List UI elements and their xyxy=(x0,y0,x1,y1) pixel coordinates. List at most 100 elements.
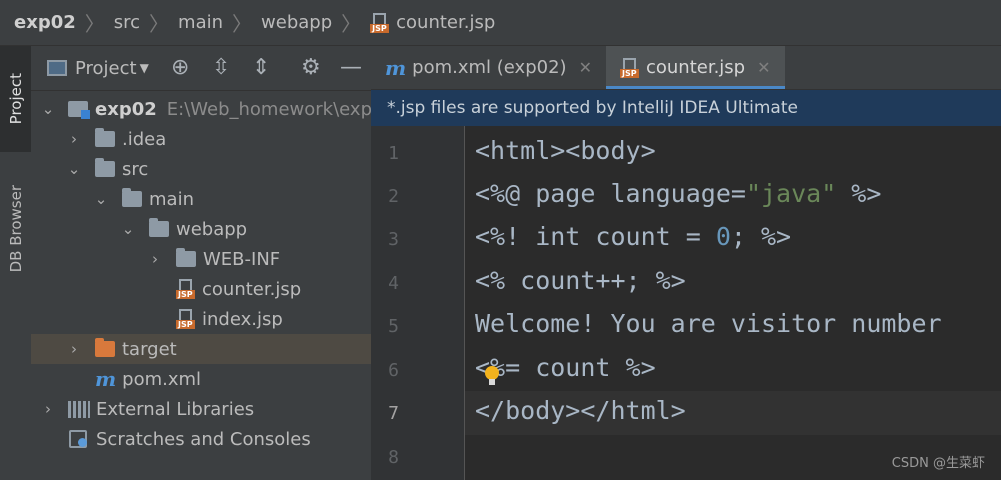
jsp-file-icon: JSP xyxy=(370,12,390,33)
caret-down-icon[interactable]: ▼ xyxy=(140,61,149,75)
excluded-folder-icon xyxy=(95,338,115,357)
breadcrumb-file[interactable]: counter.jsp xyxy=(396,12,495,33)
tree-item-web-inf[interactable]: › WEB-INF xyxy=(31,244,371,274)
code-number-token: 0 xyxy=(715,222,731,251)
banner-text: *.jsp files are supported by IntelliJ ID… xyxy=(387,98,798,118)
chevron-right-icon[interactable]: › xyxy=(148,250,162,268)
expand-all-icon[interactable]: ⇳ xyxy=(212,56,230,80)
code-token: %> xyxy=(836,179,882,208)
line-number: 4 xyxy=(388,273,399,294)
chevron-right-icon[interactable]: › xyxy=(41,400,55,418)
collapse-all-icon[interactable]: ⇕ xyxy=(252,56,270,80)
module-folder-icon xyxy=(68,101,90,119)
code-string-token: "java" xyxy=(745,179,837,208)
code-token: <%@ page language= xyxy=(475,179,746,208)
project-tool-tab-label: Project xyxy=(6,73,25,125)
gear-icon[interactable]: ⚙ xyxy=(301,56,321,80)
editor-tabs: m pom.xml (exp02) ✕ JSP counter.jsp ✕ xyxy=(371,46,1001,90)
chevron-down-icon[interactable]: ⌄ xyxy=(94,190,108,208)
watermark: CSDN @生菜虾 xyxy=(891,456,985,471)
code-token: ; %> xyxy=(730,222,792,251)
tree-item-label: pom.xml xyxy=(122,368,202,390)
line-number: 2 xyxy=(388,186,399,207)
notification-banner: *.jsp files are supported by IntelliJ ID… xyxy=(371,90,1001,126)
lightbulb-icon[interactable] xyxy=(483,366,501,388)
minimize-icon[interactable]: — xyxy=(340,56,362,80)
tree-item-idea[interactable]: › .idea xyxy=(31,124,371,154)
chevron-down-icon[interactable]: ⌄ xyxy=(41,100,55,118)
jsp-file-icon: JSP xyxy=(176,309,196,329)
code-line-5[interactable]: Welcome! You are visitor number xyxy=(475,309,942,338)
tree-item-label: WEB-INF xyxy=(203,248,281,270)
tree-item-src[interactable]: ⌄ src xyxy=(31,154,371,184)
tab-label: counter.jsp xyxy=(645,57,746,78)
tree-item-counter-jsp[interactable]: JSP counter.jsp xyxy=(31,274,371,304)
chevron-right-icon: 〉 xyxy=(84,12,105,36)
tree-item-target[interactable]: › target xyxy=(31,334,371,364)
code-line-4[interactable]: <% count++; %> xyxy=(475,266,686,295)
project-view-selector[interactable]: Project xyxy=(75,58,137,79)
chevron-right-icon[interactable]: › xyxy=(67,130,81,148)
breadcrumb-exp02[interactable]: exp02 xyxy=(14,12,76,33)
left-tool-window-bar: Project DB Browser xyxy=(0,46,32,480)
tree-item-main[interactable]: ⌄ main xyxy=(31,184,371,214)
line-number-current: 7 xyxy=(388,403,399,424)
tree-item-label: exp02 xyxy=(95,98,157,120)
tab-counter-jsp[interactable]: JSP counter.jsp ✕ xyxy=(605,46,785,89)
tree-item-label: External Libraries xyxy=(96,398,255,420)
chevron-right-icon[interactable]: › xyxy=(67,340,81,358)
db-browser-tool-tab-label: DB Browser xyxy=(6,185,25,273)
tree-item-label: webapp xyxy=(176,218,248,240)
folder-icon xyxy=(176,248,196,267)
jsp-file-icon: JSP xyxy=(176,279,196,299)
tree-item-external-libraries[interactable]: › External Libraries xyxy=(31,394,371,424)
breadcrumb-webapp[interactable]: webapp xyxy=(261,12,332,33)
project-tool-tab[interactable]: Project xyxy=(0,46,31,152)
navigation-bar: exp02 〉 src 〉 main 〉 webapp 〉 JSP counte… xyxy=(0,0,1001,46)
chevron-down-icon[interactable]: ⌄ xyxy=(121,220,135,238)
folder-icon xyxy=(95,128,115,147)
tab-label: pom.xml (exp02) xyxy=(412,57,567,78)
code-line-1[interactable]: <html><body> xyxy=(475,136,656,165)
tree-item-label: Scratches and Consoles xyxy=(96,428,311,450)
editor-area: m pom.xml (exp02) ✕ JSP counter.jsp ✕ *.… xyxy=(371,46,1001,480)
chevron-right-icon: 〉 xyxy=(149,12,170,36)
close-icon[interactable]: ✕ xyxy=(757,58,770,77)
chevron-right-icon: 〉 xyxy=(232,12,253,36)
tree-item-webapp[interactable]: ⌄ webapp xyxy=(31,214,371,244)
tree-item-label: target xyxy=(122,338,177,360)
tree-item-label: main xyxy=(149,188,194,210)
folder-icon xyxy=(95,158,115,177)
tree-item-label: counter.jsp xyxy=(202,278,302,300)
close-icon[interactable]: ✕ xyxy=(579,58,592,77)
line-number: 1 xyxy=(388,143,399,164)
line-number-gutter[interactable]: 1 2 3 4 5 6 7 8 xyxy=(371,126,465,480)
project-panel-toolbar: Project ▼ ⊕ ⇳ ⇕ ⚙ — xyxy=(31,46,371,91)
tree-item-index-jsp[interactable]: JSP index.jsp xyxy=(31,304,371,334)
code-line-6[interactable]: <%= count %> xyxy=(475,353,656,382)
tree-item-pom-xml[interactable]: m pom.xml xyxy=(31,364,371,394)
project-view-icon xyxy=(47,60,67,76)
maven-icon: m xyxy=(95,367,117,391)
project-panel: Project ▼ ⊕ ⇳ ⇕ ⚙ — ⌄ exp02 E:\Web_homew… xyxy=(31,46,372,480)
library-icon xyxy=(68,400,90,418)
line-number: 5 xyxy=(388,316,399,337)
code-line-3[interactable]: <%! int count = 0; %> xyxy=(475,222,791,251)
db-browser-tool-tab[interactable]: DB Browser xyxy=(0,164,31,294)
folder-icon xyxy=(149,218,169,237)
code-line-7[interactable]: </body></html> xyxy=(475,396,686,425)
tree-item-scratches[interactable]: Scratches and Consoles xyxy=(31,424,371,454)
breadcrumb-main[interactable]: main xyxy=(178,12,223,33)
code-line-2[interactable]: <%@ page language="java" %> xyxy=(475,179,881,208)
tab-pom-xml[interactable]: m pom.xml (exp02) ✕ xyxy=(371,46,606,89)
scratch-icon xyxy=(68,429,90,449)
chevron-down-icon[interactable]: ⌄ xyxy=(67,160,81,178)
tree-item-exp02[interactable]: ⌄ exp02 E:\Web_homework\exp0 xyxy=(31,94,371,124)
tree-item-label: index.jsp xyxy=(202,308,283,330)
chevron-right-icon: 〉 xyxy=(341,12,362,36)
jsp-file-icon: JSP xyxy=(619,57,640,78)
crosshair-icon[interactable]: ⊕ xyxy=(171,56,189,80)
module-path: E:\Web_homework\exp0 xyxy=(166,98,372,120)
tree-item-label: .idea xyxy=(122,128,167,150)
breadcrumb-src[interactable]: src xyxy=(114,12,140,33)
